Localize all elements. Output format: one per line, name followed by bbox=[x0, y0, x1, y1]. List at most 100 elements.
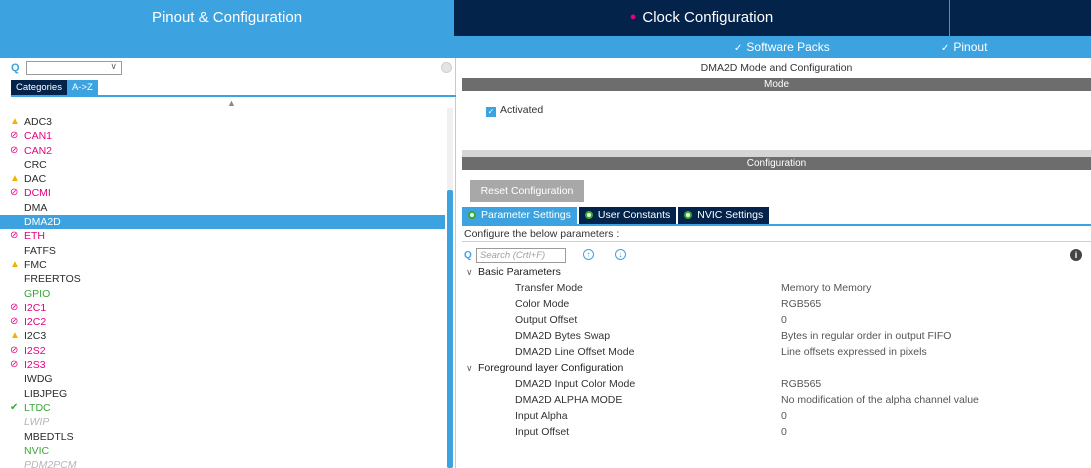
parameter-name: Transfer Mode bbox=[515, 282, 583, 294]
configure-instructions: Configure the below parameters : bbox=[464, 228, 620, 240]
disabled-icon: ⊘ bbox=[10, 130, 19, 142]
peripheral-item-i2c1[interactable]: ⊘ I2C1 bbox=[0, 301, 445, 315]
peripheral-label: DCMI bbox=[24, 187, 51, 200]
parameter-name: DMA2D Bytes Swap bbox=[515, 330, 611, 342]
chevron-down-icon[interactable]: ∨ bbox=[110, 61, 117, 72]
parameter-value[interactable]: Bytes in regular order in output FIFO bbox=[781, 330, 951, 342]
status-ok-icon bbox=[468, 211, 476, 219]
clear-button[interactable] bbox=[441, 62, 452, 73]
peripheral-item-crc[interactable]: CRC bbox=[0, 158, 445, 172]
activated-checkbox-row[interactable]: ✓ Activated bbox=[486, 104, 543, 117]
reset-configuration-button[interactable]: Reset Configuration bbox=[470, 180, 584, 202]
peripheral-label: LIBJPEG bbox=[24, 387, 68, 400]
peripheral-item-nvic[interactable]: NVIC bbox=[0, 444, 445, 458]
parameter-search-row: Q Search (Crtl+F) ↑ ↓ bbox=[462, 248, 1091, 264]
parameter-value[interactable]: Memory to Memory bbox=[781, 282, 871, 294]
parameter-value[interactable]: RGB565 bbox=[781, 298, 821, 310]
warning-icon: ▲ bbox=[10, 330, 20, 342]
peripheral-item-mbedtls[interactable]: MBEDTLS bbox=[0, 430, 445, 444]
peripheral-item-i2s2[interactable]: ⊘ I2S2 bbox=[0, 344, 445, 358]
peripheral-item-i2c2[interactable]: ⊘ I2C2 bbox=[0, 315, 445, 329]
peripheral-label: FATFS bbox=[24, 244, 56, 257]
parameter-search-input[interactable]: Search (Crtl+F) bbox=[476, 248, 566, 263]
disabled-icon: ⊘ bbox=[10, 316, 19, 328]
peripheral-label: NVIC bbox=[24, 444, 50, 457]
sort-arrow-icon[interactable]: ▲ bbox=[227, 98, 236, 108]
peripheral-label: FMC bbox=[24, 258, 47, 271]
status-ok-icon bbox=[584, 211, 593, 219]
parameter-group[interactable]: ∨ Foreground layer Configuration bbox=[466, 362, 623, 374]
peripheral-label: IWDG bbox=[24, 373, 53, 386]
parameter-name: DMA2D Line Offset Mode bbox=[515, 346, 635, 358]
search-row: Q ∨ bbox=[0, 58, 456, 78]
tab-extra[interactable] bbox=[949, 0, 1091, 36]
warning-icon: ▲ bbox=[10, 116, 20, 127]
peripheral-item-dcmi[interactable]: ⊘ DCMI bbox=[0, 186, 445, 200]
configuration-header: Configuration bbox=[462, 157, 1091, 170]
parameter-value[interactable]: RGB565 bbox=[781, 378, 821, 390]
pinout-menu[interactable]: ✓ Pinout bbox=[941, 36, 987, 60]
tab-user-constants[interactable]: User Constants bbox=[578, 207, 677, 224]
warning-icon: ▲ bbox=[10, 173, 20, 185]
sub-menu-bar: ✓ Software Packs ✓ Pinout bbox=[0, 36, 1091, 58]
tab-pinout-configuration[interactable]: Pinout & Configuration bbox=[0, 0, 454, 36]
parameter-value[interactable]: 0 bbox=[781, 314, 787, 326]
tab-categories[interactable]: Categories bbox=[11, 80, 67, 95]
peripheral-label: PDM2PCM bbox=[24, 459, 77, 468]
peripheral-item-dma[interactable]: DMA bbox=[0, 201, 445, 215]
peripheral-item-adc3[interactable]: ▲ ADC3 bbox=[0, 115, 445, 129]
disabled-icon: ⊘ bbox=[10, 359, 19, 371]
peripheral-item-fatfs[interactable]: FATFS bbox=[0, 244, 445, 258]
tab-parameter-settings[interactable]: Parameter Settings bbox=[462, 207, 577, 224]
tab-clock-configuration[interactable]: ● Clock Configuration bbox=[454, 0, 949, 36]
peripheral-item-fmc[interactable]: ▲ FMC bbox=[0, 258, 445, 272]
peripheral-label: I2S3 bbox=[24, 359, 46, 372]
mode-header: Mode bbox=[462, 78, 1091, 91]
peripheral-item-iwdg[interactable]: IWDG bbox=[0, 372, 445, 386]
info-icon[interactable]: i bbox=[1070, 249, 1082, 261]
peripheral-item-eth[interactable]: ⊘ ETH bbox=[0, 229, 445, 243]
parameter-value[interactable]: Line offsets expressed in pixels bbox=[781, 346, 927, 358]
chevron-down-icon[interactable]: ∨ bbox=[466, 363, 478, 374]
peripheral-item-lwip[interactable]: LWIP bbox=[0, 415, 445, 429]
chevron-down-icon: ✓ bbox=[941, 43, 950, 54]
peripheral-label: DAC bbox=[24, 173, 47, 186]
peripheral-item-pdm2pcm[interactable]: PDM2PCM bbox=[0, 458, 445, 468]
peripheral-item-libjpeg[interactable]: LIBJPEG bbox=[0, 387, 445, 401]
search-next-icon[interactable]: ↓ bbox=[615, 249, 626, 260]
scrollbar-thumb[interactable] bbox=[447, 190, 453, 468]
peripheral-item-ltdc[interactable]: ✔ LTDC bbox=[0, 401, 445, 415]
chevron-down-icon: ✓ bbox=[734, 43, 743, 54]
peripheral-label: MBEDTLS bbox=[24, 430, 74, 443]
peripheral-item-can2[interactable]: ⊘ CAN2 bbox=[0, 144, 445, 158]
config-tabs: Parameter Settings User Constants NVIC S… bbox=[462, 207, 771, 224]
parameter-value[interactable]: No modification of the alpha channel val… bbox=[781, 394, 979, 406]
parameter-value[interactable]: 0 bbox=[781, 410, 787, 422]
group-label: Foreground layer Configuration bbox=[478, 362, 624, 374]
peripheral-item-i2c3[interactable]: ▲ I2C3 bbox=[0, 329, 445, 343]
chevron-down-icon[interactable]: ∨ bbox=[466, 267, 478, 278]
tab-label: Parameter Settings bbox=[481, 209, 571, 221]
parameter-group[interactable]: ∨ Basic Parameters bbox=[466, 266, 561, 278]
disabled-icon: ⊘ bbox=[10, 344, 19, 356]
scrollbar[interactable] bbox=[447, 108, 453, 468]
peripheral-item-freertos[interactable]: FREERTOS bbox=[0, 272, 445, 286]
search-prev-icon[interactable]: ↑ bbox=[583, 249, 594, 260]
search-input[interactable]: ∨ bbox=[26, 61, 122, 75]
tab-a-z[interactable]: A->Z bbox=[66, 80, 98, 95]
software-packs-menu[interactable]: ✓ Software Packs bbox=[734, 36, 830, 60]
peripheral-item-gpio[interactable]: GPIO bbox=[0, 287, 445, 301]
peripheral-item-dma2d[interactable]: DMA2D bbox=[0, 215, 445, 230]
peripheral-item-can1[interactable]: ⊘ CAN1 bbox=[0, 129, 445, 143]
pinout-menu-label: Pinout bbox=[953, 40, 988, 54]
peripheral-label: I2C1 bbox=[24, 301, 47, 314]
tab-nvic-settings[interactable]: NVIC Settings bbox=[678, 207, 770, 224]
peripheral-item-i2s3[interactable]: ⊘ I2S3 bbox=[0, 358, 445, 372]
peripheral-label: CAN2 bbox=[24, 144, 53, 157]
tab-label: NVIC Settings bbox=[697, 209, 764, 221]
peripheral-item-dac[interactable]: ▲ DAC bbox=[0, 172, 445, 186]
checkbox-checked-icon[interactable]: ✓ bbox=[486, 107, 496, 117]
parameter-value[interactable]: 0 bbox=[781, 426, 787, 438]
top-tab-bar: Pinout & Configuration ● Clock Configurat… bbox=[0, 0, 1091, 36]
tab-clock-label: Clock Configuration bbox=[642, 9, 774, 26]
